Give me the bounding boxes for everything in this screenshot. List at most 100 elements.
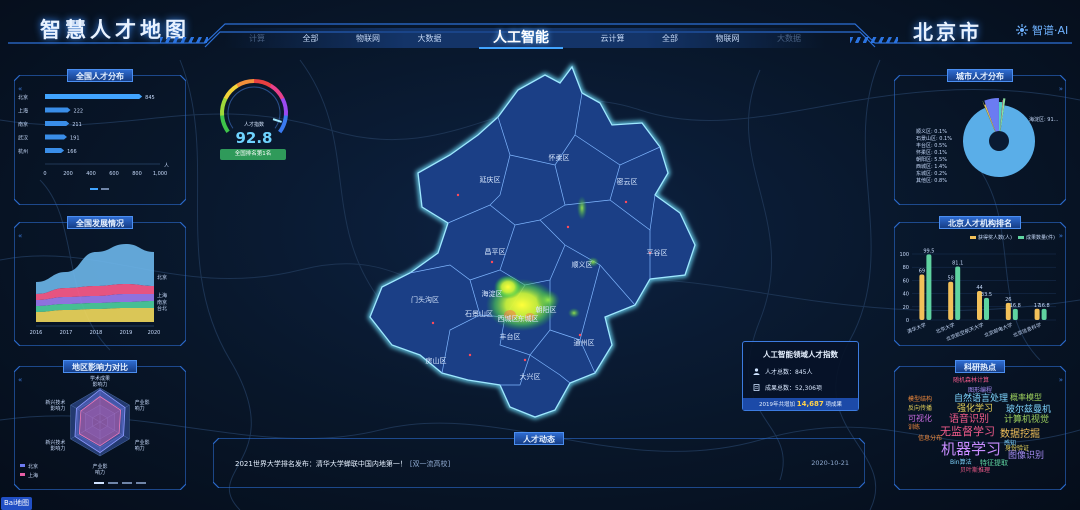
value-label: 211 — [72, 122, 82, 128]
word-cloud-item[interactable]: 机器学习 — [941, 442, 1001, 457]
bar — [1012, 308, 1018, 320]
legend-label: 获得奖人数(人) — [978, 234, 1012, 241]
y-tick-label: 20 — [903, 305, 909, 311]
word-cloud-item[interactable]: 贝叶斯推理 — [960, 468, 990, 474]
bar — [955, 266, 961, 320]
x-tick-label: 0 — [43, 171, 46, 177]
tab-7[interactable]: 物联网 — [716, 33, 740, 44]
district-label[interactable]: 顺义区 — [572, 261, 593, 269]
panel-influence: 地区影响力对比 « 学术成果影响力 产业影响力 产业影响力 产业影响力 新兴技术影响力新… — [14, 360, 186, 490]
value-label: 16.8 — [1010, 303, 1021, 309]
news-headline-link[interactable]: 2021世界大学排名发布：清华大学蝉联中国内地第一！ [双一流高校] — [235, 459, 450, 469]
word-cloud-item[interactable]: 强化学习 — [957, 405, 993, 414]
series-label: 上海 — [157, 292, 167, 299]
tab-0[interactable]: 计算 — [249, 33, 265, 44]
word-cloud-item[interactable]: 数据挖掘 — [1000, 430, 1040, 440]
word-cloud-item[interactable]: 玻尔兹曼机 — [1006, 406, 1051, 415]
pager-dot-active[interactable] — [90, 188, 98, 190]
y-tick-label: 100 — [899, 252, 909, 258]
x-tick-label: 200 — [63, 171, 73, 177]
panel-national-distribution: 全国人才分布 « 北京 845 上海 222 南京 211 武汉 191 杭州 166 0 200 40… — [14, 69, 186, 205]
pager-dot[interactable] — [101, 188, 109, 190]
word-cloud-item[interactable]: 计算机视觉 — [1004, 416, 1049, 425]
word-cloud-item[interactable]: 概率模型 — [1010, 394, 1042, 402]
pager-dot[interactable] — [108, 482, 118, 484]
talent-index-gauge: 人才指数 92.8 全国排名第1名 — [212, 75, 296, 165]
brand: 智谱·AI — [1015, 22, 1068, 38]
district-label[interactable]: 东城区 — [518, 314, 539, 323]
gauge-label: 人才指数 — [243, 122, 264, 128]
gauge-arc-segment — [220, 97, 228, 116]
tab-6[interactable]: 全部 — [662, 33, 678, 44]
value-label: 845 — [145, 95, 155, 101]
value-label: 99.5 — [923, 248, 934, 254]
x-tick-label: 2018 — [90, 330, 103, 336]
word-cloud-item[interactable]: Bin算法 — [950, 460, 972, 466]
district-label[interactable]: 丰台区 — [500, 332, 521, 341]
unit-label: 人 — [164, 163, 169, 169]
bar — [45, 134, 67, 140]
pager-dot[interactable] — [94, 482, 104, 484]
news-tag: [双一流高校] — [409, 460, 451, 468]
word-cloud-item[interactable]: 自然语言处理 — [954, 395, 1008, 404]
tab-8[interactable]: 大数据 — [777, 33, 801, 44]
panel-development: 全国发展情况 « 2016 2017 2018 2019 2020 北京 上海 南京 台北 — [14, 216, 186, 346]
word-cloud-item[interactable]: 信息分布 — [918, 436, 942, 442]
tab-4[interactable]: 人工智能 — [479, 27, 563, 49]
tab-5[interactable]: 云计算 — [601, 33, 625, 44]
institution-bar-chart: 获得奖人数(人) 成果数量(件) 0 20 40 60 80 100 69 99.5 清华大学 58 8… — [899, 234, 1056, 343]
tab-2[interactable]: 物联网 — [356, 33, 380, 44]
word-cloud-item[interactable]: 反向传播 — [908, 406, 932, 412]
pie-label: 海淀区: 91... — [1029, 116, 1059, 123]
district-label[interactable]: 密云区 — [617, 177, 638, 186]
bar — [1034, 308, 1040, 320]
index-footer-value: 14,687 — [796, 400, 824, 408]
district-label[interactable]: 朝阳区 — [536, 305, 557, 314]
gauge-arc-segment — [253, 79, 273, 88]
value-label: 222 — [74, 109, 84, 115]
pager-dot[interactable] — [136, 482, 146, 484]
legend-swatch — [1018, 236, 1024, 239]
index-outputs-row: 成果总数：52,306项 — [753, 383, 858, 392]
district-label[interactable]: 怀柔区 — [549, 153, 570, 162]
gauge-arc-segment — [269, 84, 285, 100]
pager-dot[interactable] — [122, 482, 132, 484]
category-label: 武汉 — [18, 135, 28, 142]
legend-swatch — [20, 464, 25, 467]
word-cloud-item[interactable]: 无监督学习 — [940, 426, 995, 437]
y-tick-label: 80 — [903, 265, 909, 271]
talent-index-card: 人工智能领域人才指数 人才总数：845人 成果总数：52,306项 2019年共… — [742, 341, 859, 411]
word-cloud-item[interactable]: 训练 — [908, 425, 920, 431]
district-label[interactable]: 西城区 — [498, 315, 519, 323]
word-cloud-item[interactable]: 模型结构 — [908, 397, 932, 403]
bar — [984, 297, 989, 320]
district-label[interactable]: 海淀区 — [482, 289, 503, 298]
category-label: 上海 — [18, 108, 28, 115]
radar-axis-label: 学术成果影响力 — [90, 375, 110, 388]
word-cloud-item[interactable]: 语音识别 — [949, 415, 989, 425]
pie-hole — [989, 131, 1009, 151]
district-label[interactable]: 昌平区 — [485, 248, 506, 256]
word-cloud-item[interactable]: 随机森林计算 — [953, 378, 989, 384]
district-label[interactable]: 平谷区 — [647, 248, 668, 257]
pie-label: 怀柔区: 0.1% — [916, 149, 947, 156]
x-tick-label: 2016 — [30, 330, 43, 336]
district-label[interactable]: 大兴区 — [520, 372, 541, 381]
bar — [45, 94, 143, 99]
tab-3[interactable]: 大数据 — [418, 33, 442, 44]
gauge-arc-segment — [236, 79, 255, 88]
district-label[interactable]: 延庆区 — [480, 175, 501, 184]
index-talents-row: 人才总数：845人 — [753, 367, 858, 376]
category-tabs: 计算 全部 物联网 大数据 人工智能 云计算 全部 物联网 大数据 — [225, 27, 825, 49]
district-label[interactable]: 通州区 — [574, 338, 595, 347]
radar-axis-label: 产业影响力 — [135, 399, 150, 412]
word-cloud-item[interactable]: 可视化 — [908, 415, 932, 423]
district-label[interactable]: 石景山区 — [465, 309, 493, 318]
district-label[interactable]: 门头沟区 — [411, 295, 439, 304]
series-label: 台北 — [157, 305, 167, 312]
district-label[interactable]: 房山区 — [426, 356, 447, 365]
word-cloud-item[interactable]: 特征提取 — [980, 460, 1008, 467]
x-tick-label: 1,000 — [153, 171, 167, 177]
word-cloud-item[interactable]: 图像识别 — [1008, 452, 1044, 461]
tab-1[interactable]: 全部 — [303, 33, 319, 44]
